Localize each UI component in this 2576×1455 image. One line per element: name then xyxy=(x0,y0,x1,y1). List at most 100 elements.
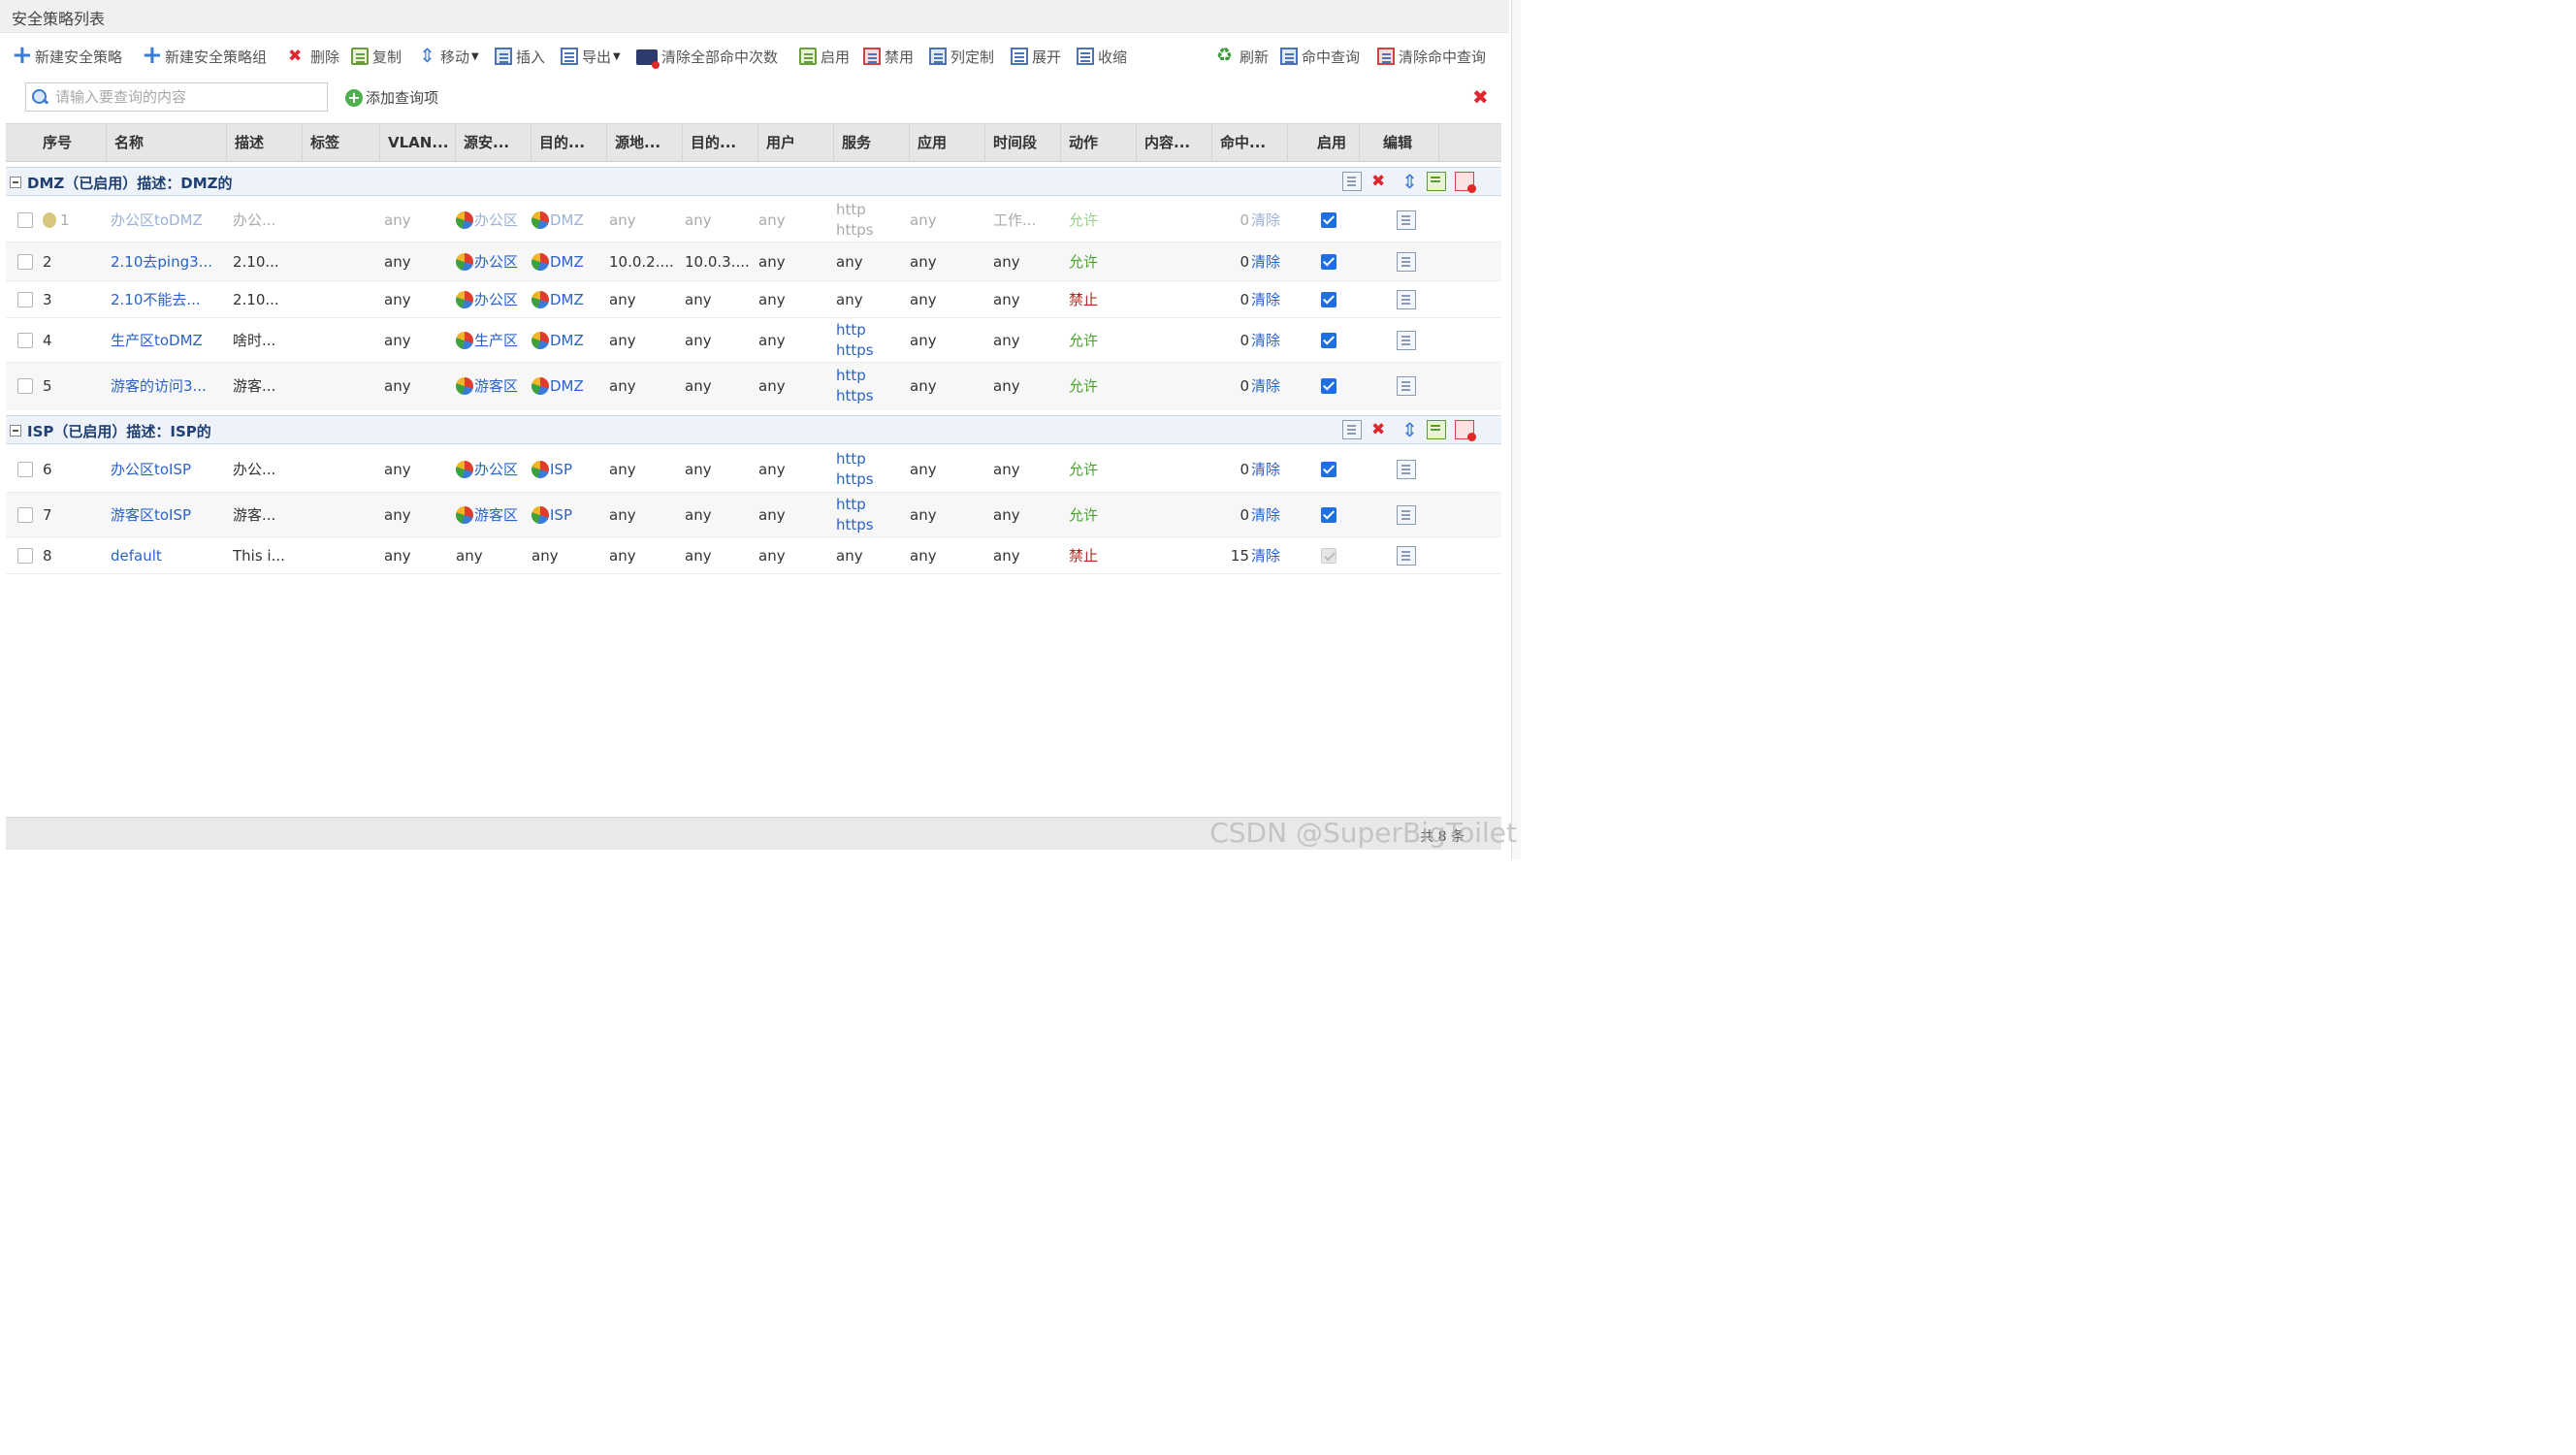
destination-zone[interactable]: ISP xyxy=(531,446,607,492)
table-row[interactable]: 3 2.10不能去... 2.10... any 办公区 DMZ any any any any a… xyxy=(6,281,1501,318)
enable-checkbox[interactable] xyxy=(1321,506,1336,523)
move-arrows-icon[interactable] xyxy=(1399,171,1418,192)
insert-button[interactable]: 插入 xyxy=(495,45,545,68)
delete-icon[interactable] xyxy=(1370,420,1390,439)
disable-button[interactable]: 禁用 xyxy=(863,45,914,68)
row-checkbox[interactable] xyxy=(17,211,33,228)
service-link[interactable]: https xyxy=(836,340,874,361)
service-link[interactable]: https xyxy=(836,469,874,490)
clear-hits-link[interactable]: 清除 xyxy=(1251,446,1294,492)
edit-icon[interactable] xyxy=(1342,172,1362,191)
column-header[interactable]: 用户 xyxy=(758,124,834,161)
edit-icon[interactable] xyxy=(1397,289,1416,309)
table-row[interactable]: 6 办公区toISP 办公... any 办公区 ISP any any any http http… xyxy=(6,446,1501,493)
policy-name-link[interactable]: 2.10不能去... xyxy=(111,281,225,317)
move-dropdown[interactable]: 移动▼ xyxy=(417,45,479,68)
row-checkbox[interactable] xyxy=(17,377,33,394)
close-icon[interactable]: ✖ xyxy=(1472,87,1489,107)
source-zone[interactable]: 办公区 xyxy=(456,281,531,317)
service-link[interactable]: http xyxy=(836,366,866,386)
search-input[interactable] xyxy=(55,84,327,110)
column-header[interactable]: 内容... xyxy=(1137,124,1212,161)
group-row-isp[interactable]: ISP（已启用）描述：ISP的 xyxy=(6,415,1501,444)
edit-icon[interactable] xyxy=(1397,330,1416,350)
policy-name-link[interactable]: 办公区toISP xyxy=(111,446,225,492)
collapse-toggle-icon[interactable] xyxy=(10,425,21,436)
enable-icon[interactable] xyxy=(1427,420,1446,439)
copy-button[interactable]: 复制 xyxy=(351,45,402,68)
clear-hits-link[interactable]: 清除 xyxy=(1251,363,1294,408)
table-row[interactable]: 4 生产区toDMZ 啥时... any 生产区 DMZ any any any http http… xyxy=(6,318,1501,363)
destination-zone[interactable]: DMZ xyxy=(531,363,607,408)
column-header[interactable]: 目的... xyxy=(531,124,607,161)
row-checkbox[interactable] xyxy=(17,506,33,523)
edit-icon[interactable] xyxy=(1397,210,1416,230)
destination-zone[interactable]: ISP xyxy=(531,493,607,536)
enable-checkbox[interactable] xyxy=(1321,332,1336,348)
new-policy-button[interactable]: 新建安全策略 xyxy=(12,41,122,70)
enable-checkbox[interactable] xyxy=(1321,547,1336,564)
clear-hits-link[interactable]: 清除 xyxy=(1251,537,1294,573)
destination-zone[interactable]: DMZ xyxy=(531,242,607,280)
service-link[interactable]: https xyxy=(836,220,874,241)
clear-hit-query-button[interactable]: 清除命中查询 xyxy=(1377,45,1486,68)
destination-zone[interactable]: DMZ xyxy=(531,281,607,317)
column-header[interactable]: 描述 xyxy=(227,124,303,161)
clear-hits-link[interactable]: 清除 xyxy=(1251,318,1294,362)
edit-icon[interactable] xyxy=(1342,420,1362,439)
row-checkbox[interactable] xyxy=(17,461,33,477)
column-header[interactable]: 目的... xyxy=(683,124,758,161)
service-link[interactable]: https xyxy=(836,515,874,535)
clear-hits-link[interactable]: 清除 xyxy=(1251,281,1294,317)
table-row[interactable]: 8 default This i... any any any any any any any an… xyxy=(6,537,1501,574)
customize-columns-button[interactable]: 列定制 xyxy=(929,45,994,68)
policy-name-link[interactable]: default xyxy=(111,537,225,573)
clear-hits-link[interactable]: 清除 xyxy=(1251,493,1294,536)
column-header[interactable]: 服务 xyxy=(834,124,910,161)
row-checkbox[interactable] xyxy=(17,253,33,270)
delete-button[interactable]: 删除 xyxy=(287,45,339,68)
source-zone[interactable]: 办公区 xyxy=(456,198,531,242)
disable-icon[interactable] xyxy=(1455,172,1476,193)
clear-all-hits-button[interactable]: 清除全部命中次数 xyxy=(636,45,778,69)
edit-icon[interactable] xyxy=(1397,375,1416,396)
table-row[interactable]: 5 游客的访问3... 游客... any 游客区 DMZ any any any http htt… xyxy=(6,363,1501,409)
service-link[interactable]: http xyxy=(836,449,866,469)
table-row[interactable]: 1 办公区toDMZ 办公... any 办公区 DMZ any any any http http… xyxy=(6,198,1501,242)
policy-name-link[interactable]: 2.10去ping3... xyxy=(111,242,225,280)
collapse-button[interactable]: 收缩 xyxy=(1077,45,1127,68)
edit-icon[interactable] xyxy=(1397,545,1416,566)
column-header[interactable]: 时间段 xyxy=(985,124,1061,161)
column-header[interactable]: 编辑 xyxy=(1360,124,1439,161)
enable-icon[interactable] xyxy=(1427,172,1446,191)
column-header[interactable]: 应用 xyxy=(910,124,985,161)
clear-hits-link[interactable]: 清除 xyxy=(1251,242,1294,280)
edit-icon[interactable] xyxy=(1397,251,1416,272)
source-zone[interactable]: 办公区 xyxy=(456,242,531,280)
table-row[interactable]: 2 2.10去ping3... 2.10... any 办公区 DMZ 10.0.2....… xyxy=(6,242,1501,281)
service-link[interactable]: http xyxy=(836,320,866,340)
enable-checkbox[interactable] xyxy=(1321,461,1336,477)
service-link[interactable]: http xyxy=(836,200,866,220)
clear-hits-link[interactable]: 清除 xyxy=(1251,198,1294,242)
row-checkbox[interactable] xyxy=(17,291,33,307)
source-zone[interactable]: 游客区 xyxy=(456,363,531,408)
export-dropdown[interactable]: 导出 ▼ xyxy=(561,45,621,68)
policy-name-link[interactable]: 游客的访问3... xyxy=(111,363,225,408)
service-link[interactable]: https xyxy=(836,386,874,406)
source-zone[interactable]: 游客区 xyxy=(456,493,531,536)
column-header[interactable]: 源安... xyxy=(456,124,531,161)
policy-name-link[interactable]: 游客区toISP xyxy=(111,493,225,536)
source-zone[interactable]: 生产区 xyxy=(456,318,531,362)
column-header[interactable]: VLAN... xyxy=(380,124,456,161)
policy-name-link[interactable]: 生产区toDMZ xyxy=(111,318,225,362)
enable-checkbox[interactable] xyxy=(1321,291,1336,307)
column-header[interactable]: 名称 xyxy=(107,124,227,161)
column-header[interactable]: 序号 xyxy=(6,124,107,161)
column-header[interactable]: 标签 xyxy=(303,124,380,161)
row-checkbox[interactable] xyxy=(17,332,33,348)
hit-query-button[interactable]: 命中查询 xyxy=(1280,45,1360,68)
edit-icon[interactable] xyxy=(1397,459,1416,479)
source-zone[interactable]: 办公区 xyxy=(456,446,531,492)
refresh-button[interactable]: 刷新 xyxy=(1216,45,1269,68)
